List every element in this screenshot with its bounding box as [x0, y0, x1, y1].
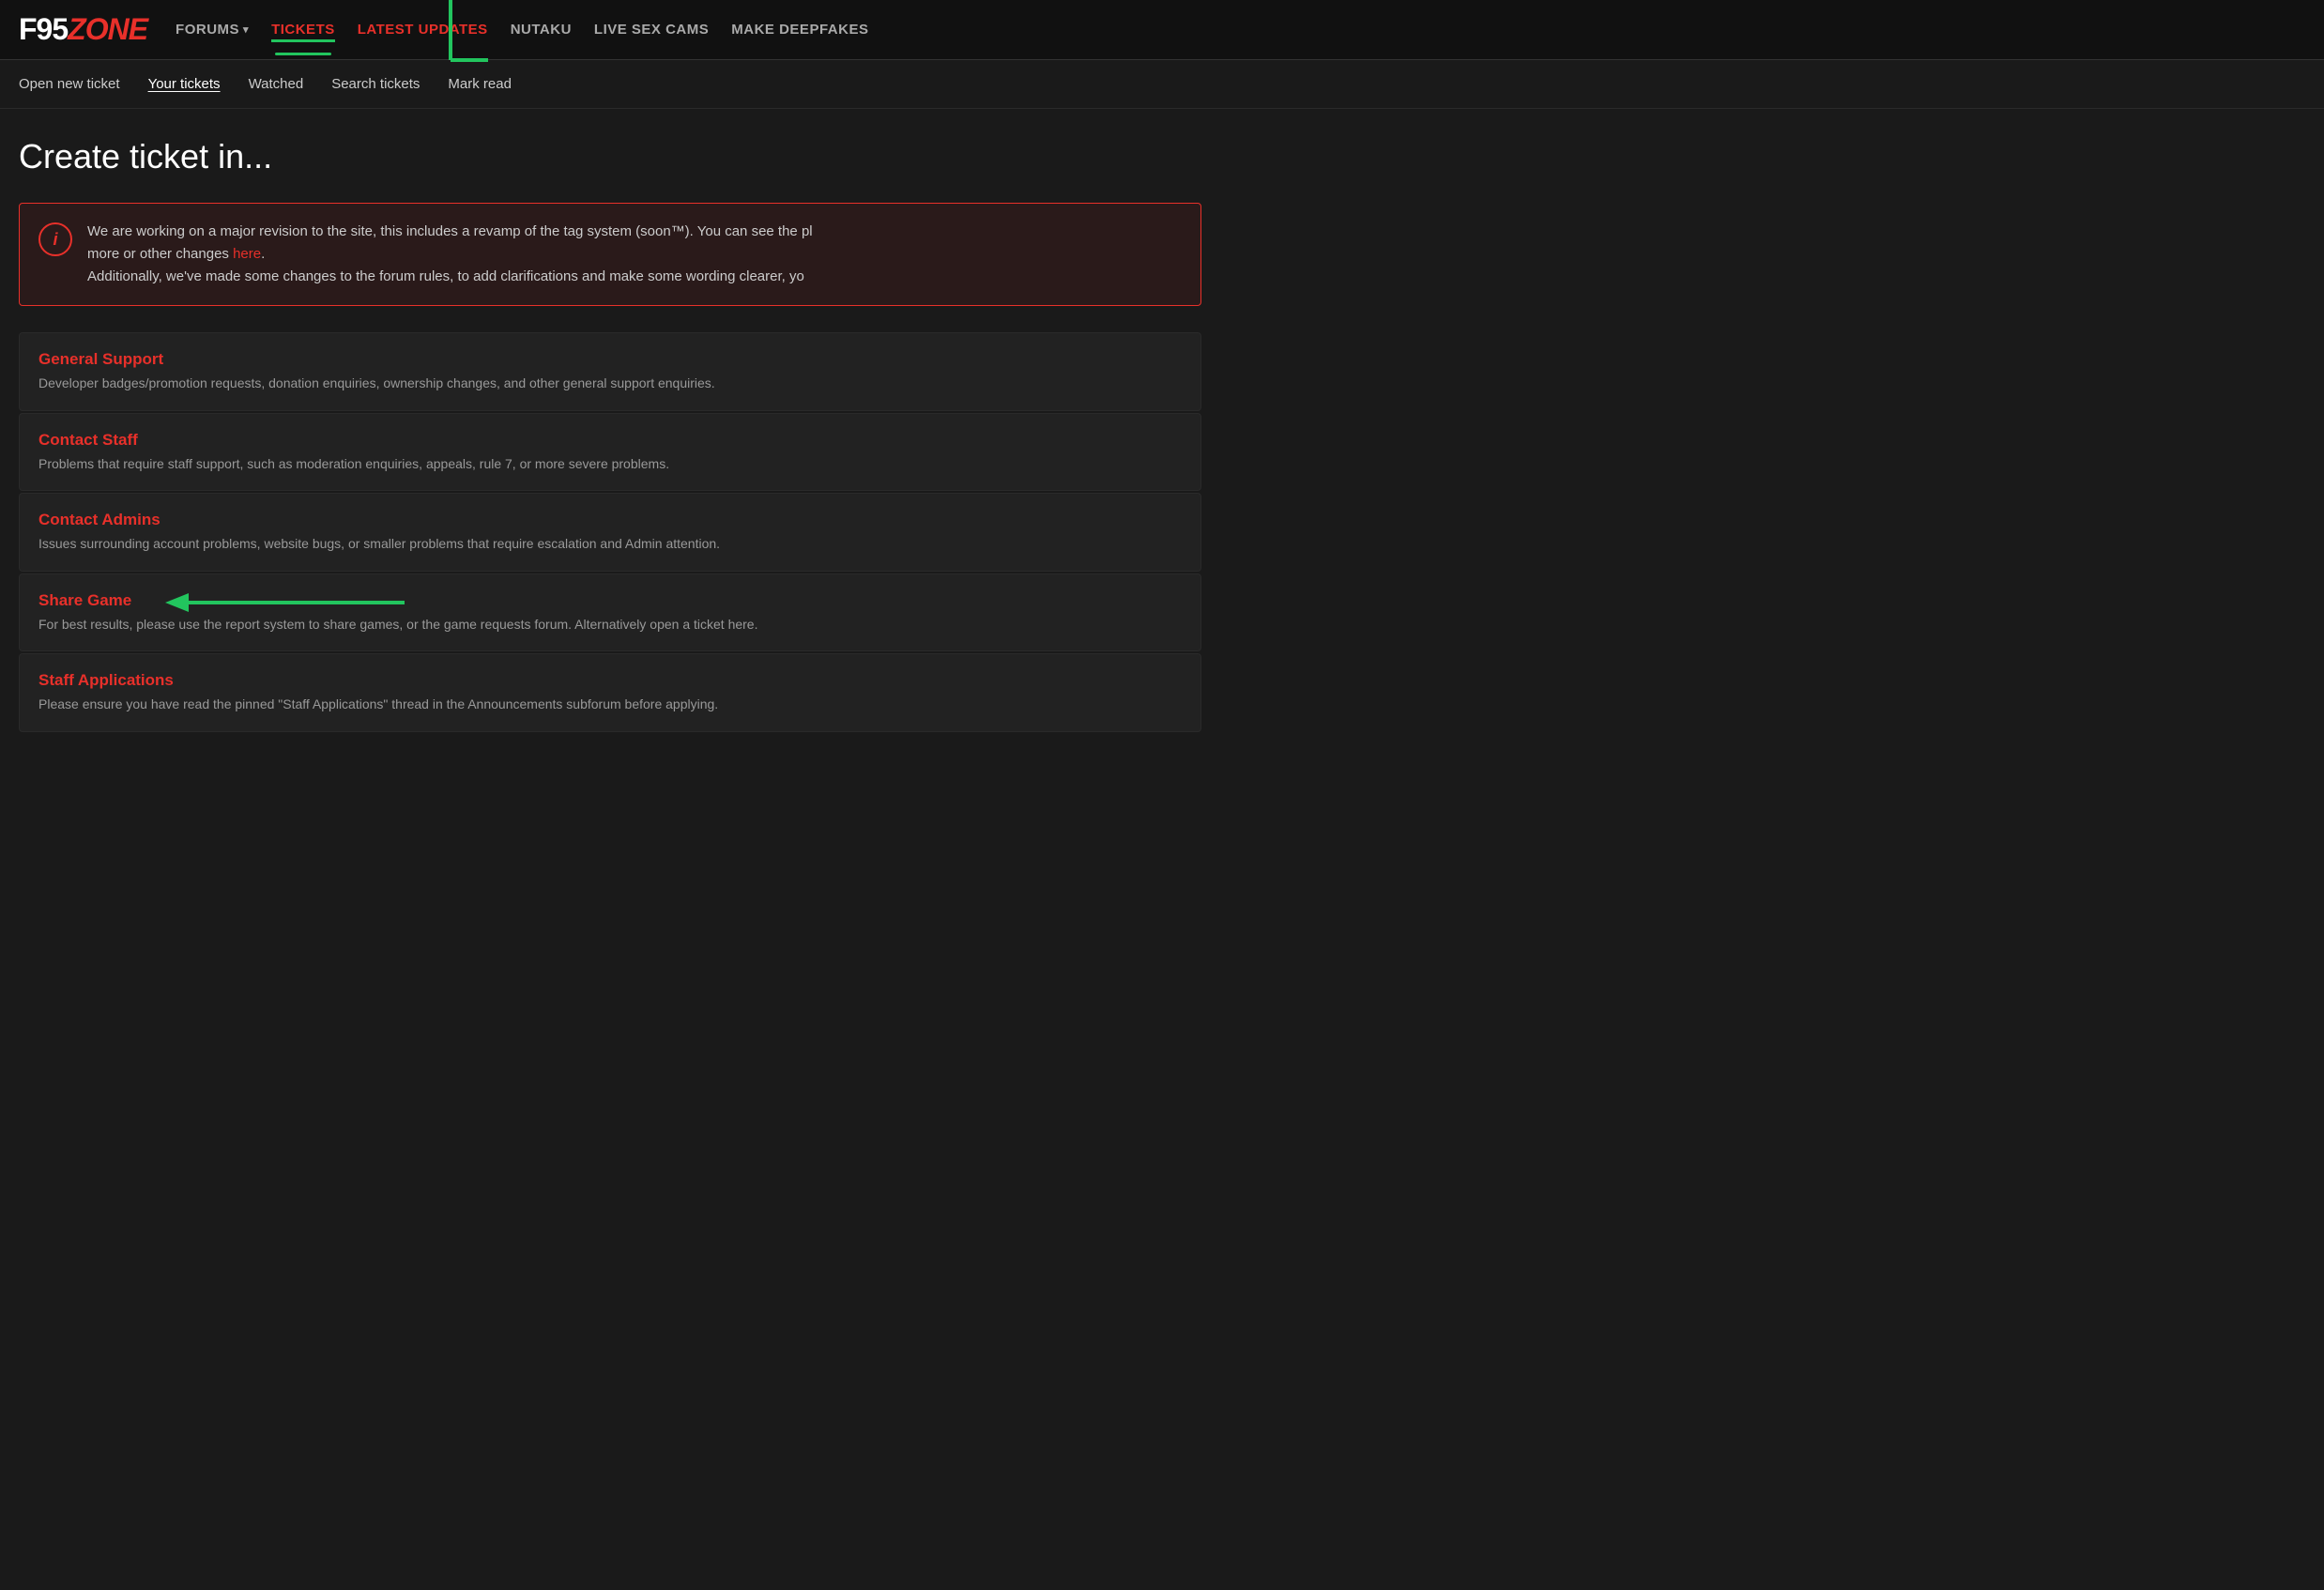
category-contact-staff-title: Contact Staff: [38, 431, 1182, 450]
main-content: Create ticket in... i We are working on …: [0, 109, 1220, 760]
category-general-support-desc: Developer badges/promotion requests, don…: [38, 375, 1182, 393]
tickets-active-underline: [275, 53, 331, 55]
logo-f95: F95: [19, 12, 68, 47]
nav-item-forums[interactable]: FORUMS ▾: [176, 22, 249, 38]
notice-text-part3: Additionally, we've made some changes to…: [87, 268, 804, 284]
category-share-game-desc: For best results, please use the report …: [38, 616, 1182, 634]
logo[interactable]: F95 ZONE: [19, 12, 147, 47]
category-contact-admins[interactable]: Contact Admins Issues surrounding accoun…: [19, 493, 1201, 572]
category-list: General Support Developer badges/promoti…: [19, 332, 1201, 732]
header: F95 ZONE FORUMS ▾ TICKETS LATEST UPDATES…: [0, 0, 2324, 60]
nav-item-nutaku[interactable]: NUTAKU: [511, 22, 572, 38]
notice-text: We are working on a major revision to th…: [87, 221, 1182, 288]
main-nav: FORUMS ▾ TICKETS LATEST UPDATES NUTAKU L…: [176, 22, 2305, 38]
notice-text-part2: .: [261, 246, 265, 262]
nav-forums-label: FORUMS: [176, 22, 239, 38]
sub-nav-mark-read[interactable]: Mark read: [448, 72, 512, 96]
logo-zone: ZONE: [68, 12, 147, 47]
category-staff-applications[interactable]: Staff Applications Please ensure you hav…: [19, 653, 1201, 732]
notice-text-part1: We are working on a major revision to th…: [87, 223, 813, 239]
sub-nav-search-tickets[interactable]: Search tickets: [331, 72, 420, 96]
sub-nav-watched[interactable]: Watched: [249, 72, 304, 96]
info-icon: i: [38, 222, 72, 256]
sub-nav: Open new ticket Your tickets Watched Sea…: [0, 60, 2324, 109]
sub-nav-open-new-ticket[interactable]: Open new ticket: [19, 72, 120, 96]
category-contact-admins-desc: Issues surrounding account problems, web…: [38, 535, 1182, 554]
notice-here-link[interactable]: here: [233, 246, 261, 262]
category-staff-applications-desc: Please ensure you have read the pinned "…: [38, 696, 1182, 714]
nav-tickets-wrapper: TICKETS: [271, 22, 335, 38]
nav-item-latest-updates[interactable]: LATEST UPDATES: [358, 22, 488, 38]
nav-item-make-deepfakes[interactable]: MAKE DEEPFAKES: [731, 22, 868, 38]
category-staff-applications-title: Staff Applications: [38, 671, 1182, 690]
notice-text-mid: more or other changes: [87, 246, 233, 262]
chevron-down-icon: ▾: [243, 23, 249, 36]
category-general-support[interactable]: General Support Developer badges/promoti…: [19, 332, 1201, 411]
sub-nav-your-tickets[interactable]: Your tickets: [148, 72, 221, 96]
category-contact-staff-desc: Problems that require staff support, suc…: [38, 455, 1182, 474]
category-share-game[interactable]: Share Game For best results, please use …: [19, 573, 1201, 652]
category-contact-staff[interactable]: Contact Staff Problems that require staf…: [19, 413, 1201, 492]
nav-item-live-sex-cams[interactable]: LIVE SEX CAMS: [594, 22, 709, 38]
notice-box: i We are working on a major revision to …: [19, 203, 1201, 306]
page-title: Create ticket in...: [19, 137, 1201, 176]
category-contact-admins-title: Contact Admins: [38, 511, 1182, 529]
category-general-support-title: General Support: [38, 350, 1182, 369]
nav-item-tickets[interactable]: TICKETS: [271, 22, 335, 42]
category-share-game-title: Share Game: [38, 591, 1182, 610]
